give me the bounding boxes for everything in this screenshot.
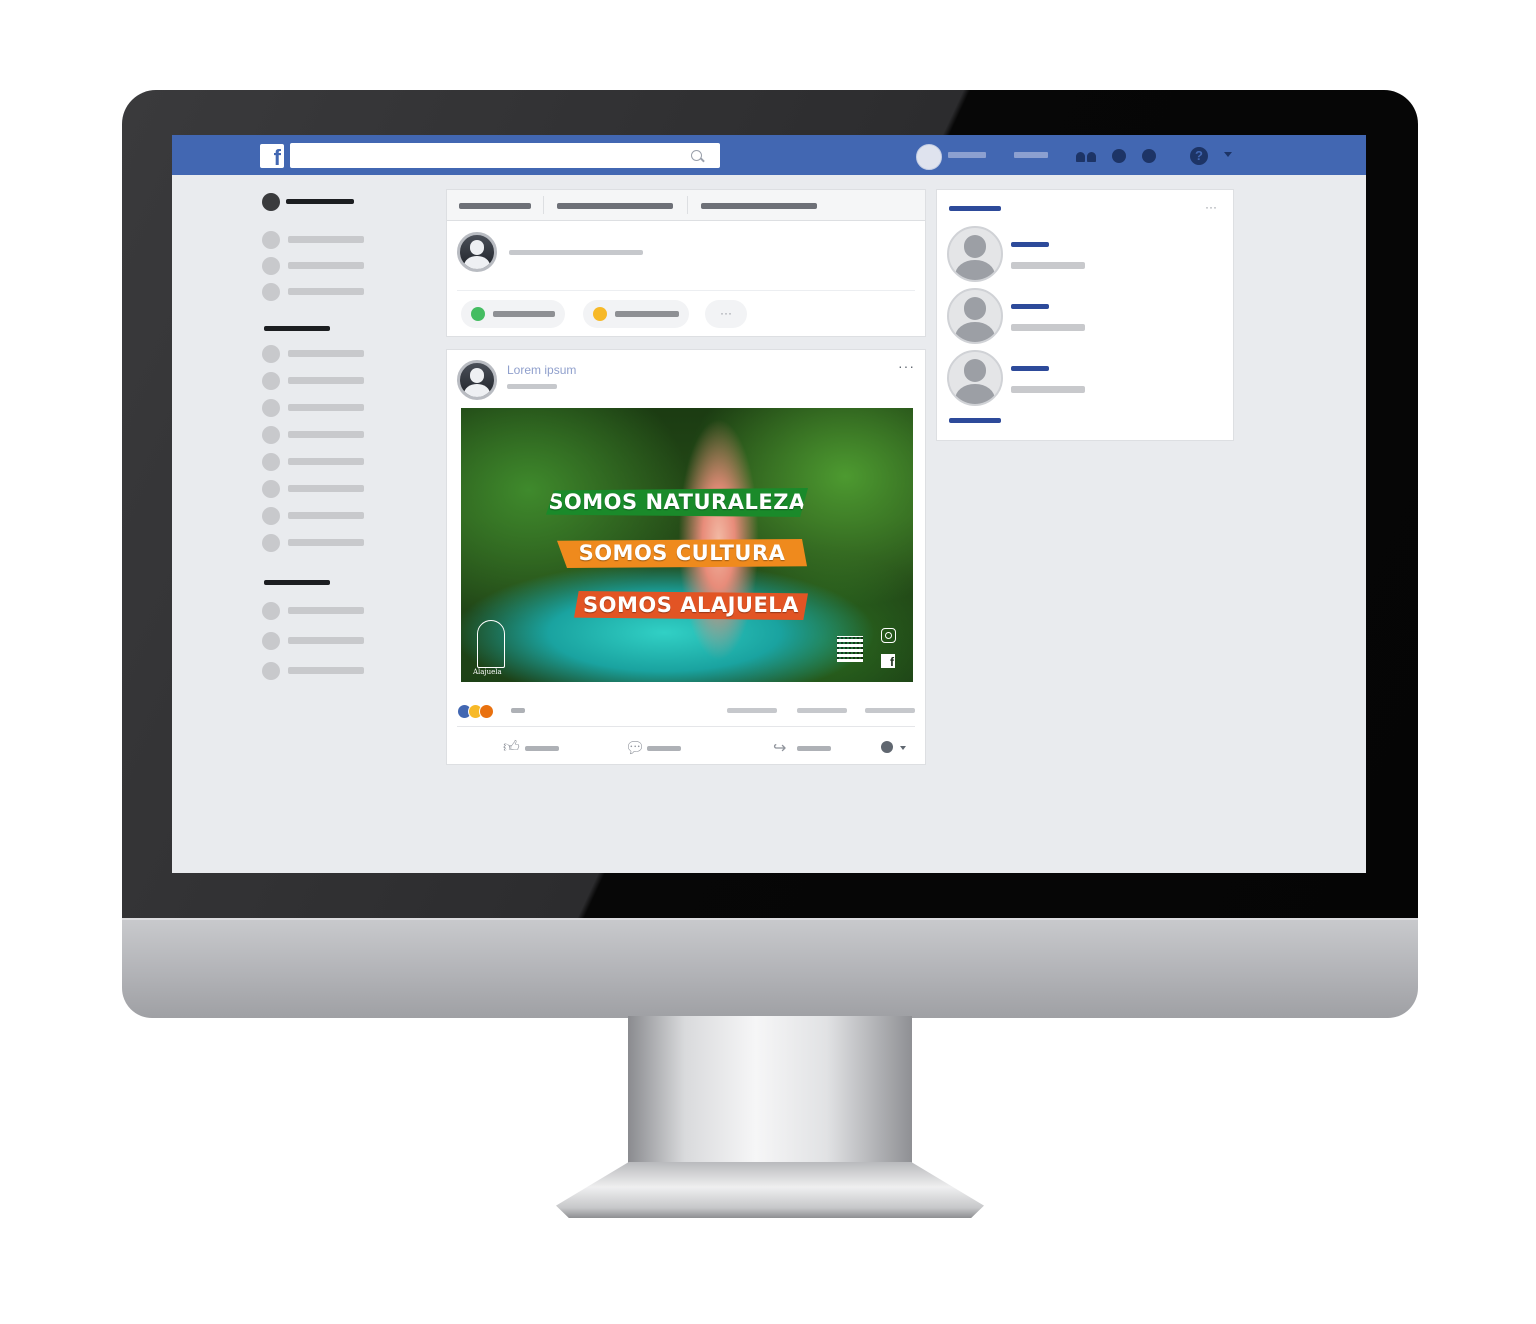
left-nav-icon[interactable] (262, 534, 280, 552)
help-icon[interactable]: ? (1190, 147, 1208, 165)
suggestion-avatar[interactable] (947, 226, 1003, 282)
post-author-avatar[interactable] (457, 360, 497, 400)
suggestion-avatar[interactable] (947, 350, 1003, 406)
composer-more-button[interactable]: ··· (705, 300, 747, 328)
left-nav-icon[interactable] (262, 426, 280, 444)
left-nav-item[interactable] (288, 262, 364, 269)
post-options-icon[interactable]: ··· (898, 358, 915, 374)
messages-icon[interactable] (1112, 149, 1126, 163)
suggestion-name[interactable] (1011, 242, 1049, 247)
left-nav-icon[interactable] (262, 345, 280, 363)
left-nav-icon[interactable] (262, 372, 280, 390)
search-icon[interactable] (691, 150, 702, 161)
profile-avatar[interactable] (916, 144, 942, 170)
tab-photo-video[interactable] (557, 203, 673, 209)
suggestion-detail (1011, 386, 1085, 393)
left-nav-item[interactable] (288, 485, 364, 492)
tab-create-post[interactable] (459, 203, 531, 209)
composer-tabs (447, 190, 925, 221)
left-nav-item[interactable] (288, 539, 364, 546)
right-card-title (949, 206, 1001, 211)
views-count-placeholder[interactable] (865, 708, 915, 713)
left-nav-icon[interactable] (262, 283, 280, 301)
profile-name-placeholder[interactable] (948, 152, 986, 158)
left-nav-icon[interactable] (262, 632, 280, 650)
monitor-stand-neck (628, 1016, 912, 1166)
suggestion-avatar[interactable] (947, 288, 1003, 344)
left-nav-item[interactable] (288, 512, 364, 519)
left-nav-icon[interactable] (262, 662, 280, 680)
share-button[interactable] (797, 746, 831, 751)
left-nav-icon[interactable] (262, 399, 280, 417)
suggestion-detail (1011, 324, 1085, 331)
left-nav-item[interactable] (288, 350, 364, 357)
post-timestamp-placeholder[interactable] (507, 384, 557, 389)
search-input[interactable] (290, 143, 720, 168)
suggestion-name[interactable] (1011, 366, 1049, 371)
screen: f ? ··· Lorem ipsum ··· SOMOS NATURALEZA… (172, 135, 1366, 873)
left-nav-item[interactable] (288, 637, 364, 644)
left-nav-item[interactable] (288, 404, 364, 411)
like-icon[interactable]: 👍︎ (503, 738, 520, 757)
left-nav-icon[interactable] (262, 480, 280, 498)
top-bar: f ? (172, 135, 1366, 175)
post-author-name[interactable]: Lorem ipsum (507, 363, 576, 377)
like-button[interactable] (525, 746, 559, 751)
left-nav-username-placeholder[interactable] (286, 199, 354, 204)
left-nav-item[interactable] (288, 458, 364, 465)
share-icon[interactable]: ↪ (773, 738, 786, 758)
headline-alajuela: SOMOS ALAJUELA (574, 591, 808, 620)
instagram-icon (881, 628, 896, 643)
alajuela-logo-text: Alajuela (473, 668, 502, 676)
left-nav-section-header (264, 326, 330, 331)
suggestion-detail (1011, 262, 1085, 269)
facebook-small-icon: f (881, 654, 895, 669)
suggestion-name[interactable] (1011, 304, 1049, 309)
left-nav-item[interactable] (288, 607, 364, 614)
love-reaction-icon[interactable] (479, 704, 494, 719)
comment-button[interactable] (647, 746, 681, 751)
headline-naturaleza: SOMOS NATURALEZA (546, 488, 808, 517)
globe-icon[interactable] (1142, 149, 1156, 163)
tab-live-video[interactable] (701, 203, 817, 209)
left-nav-icon[interactable] (262, 257, 280, 275)
shares-count-placeholder[interactable] (797, 708, 847, 713)
post-image[interactable]: SOMOS NATURALEZA SOMOS CULTURA SOMOS ALA… (461, 408, 913, 682)
chevron-down-icon[interactable] (900, 746, 906, 750)
post-composer: ··· (446, 189, 926, 337)
right-card-options-icon[interactable]: ··· (1205, 200, 1217, 214)
left-nav-item[interactable] (288, 667, 364, 674)
left-nav-item[interactable] (288, 377, 364, 384)
monitor-chin (122, 918, 1418, 1018)
qr-code-icon (837, 636, 863, 662)
comment-icon[interactable]: 💬︎ (625, 738, 645, 758)
right-sidebar-card: ··· (936, 189, 1234, 441)
alajuela-logo (477, 620, 505, 668)
see-all-link[interactable] (949, 418, 1001, 423)
left-nav-avatar[interactable] (262, 193, 280, 211)
facebook-logo[interactable]: f (260, 144, 284, 170)
comments-count-placeholder[interactable] (727, 708, 777, 713)
headline-cultura: SOMOS CULTURA (557, 539, 807, 568)
monitor-stand-foot (556, 1162, 984, 1218)
left-nav-section-header (264, 580, 330, 585)
left-nav-icon[interactable] (262, 453, 280, 471)
chevron-down-icon[interactable] (1224, 152, 1232, 157)
left-nav-icon[interactable] (262, 602, 280, 620)
composer-input[interactable] (509, 250, 643, 255)
left-nav-item[interactable] (288, 431, 364, 438)
left-nav-item[interactable] (288, 288, 364, 295)
friends-icon[interactable] (1076, 149, 1098, 162)
left-nav-icon[interactable] (262, 231, 280, 249)
left-nav-icon[interactable] (262, 507, 280, 525)
left-nav-item[interactable] (288, 236, 364, 243)
reaction-count-placeholder[interactable] (511, 708, 525, 713)
composer-tag-button[interactable] (583, 300, 689, 328)
home-link-placeholder[interactable] (1014, 152, 1048, 158)
composer-photo-button[interactable] (461, 300, 565, 328)
news-feed-post: Lorem ipsum ··· SOMOS NATURALEZA SOMOS C… (446, 349, 926, 765)
composer-avatar (457, 232, 497, 272)
audience-icon[interactable] (881, 741, 893, 753)
